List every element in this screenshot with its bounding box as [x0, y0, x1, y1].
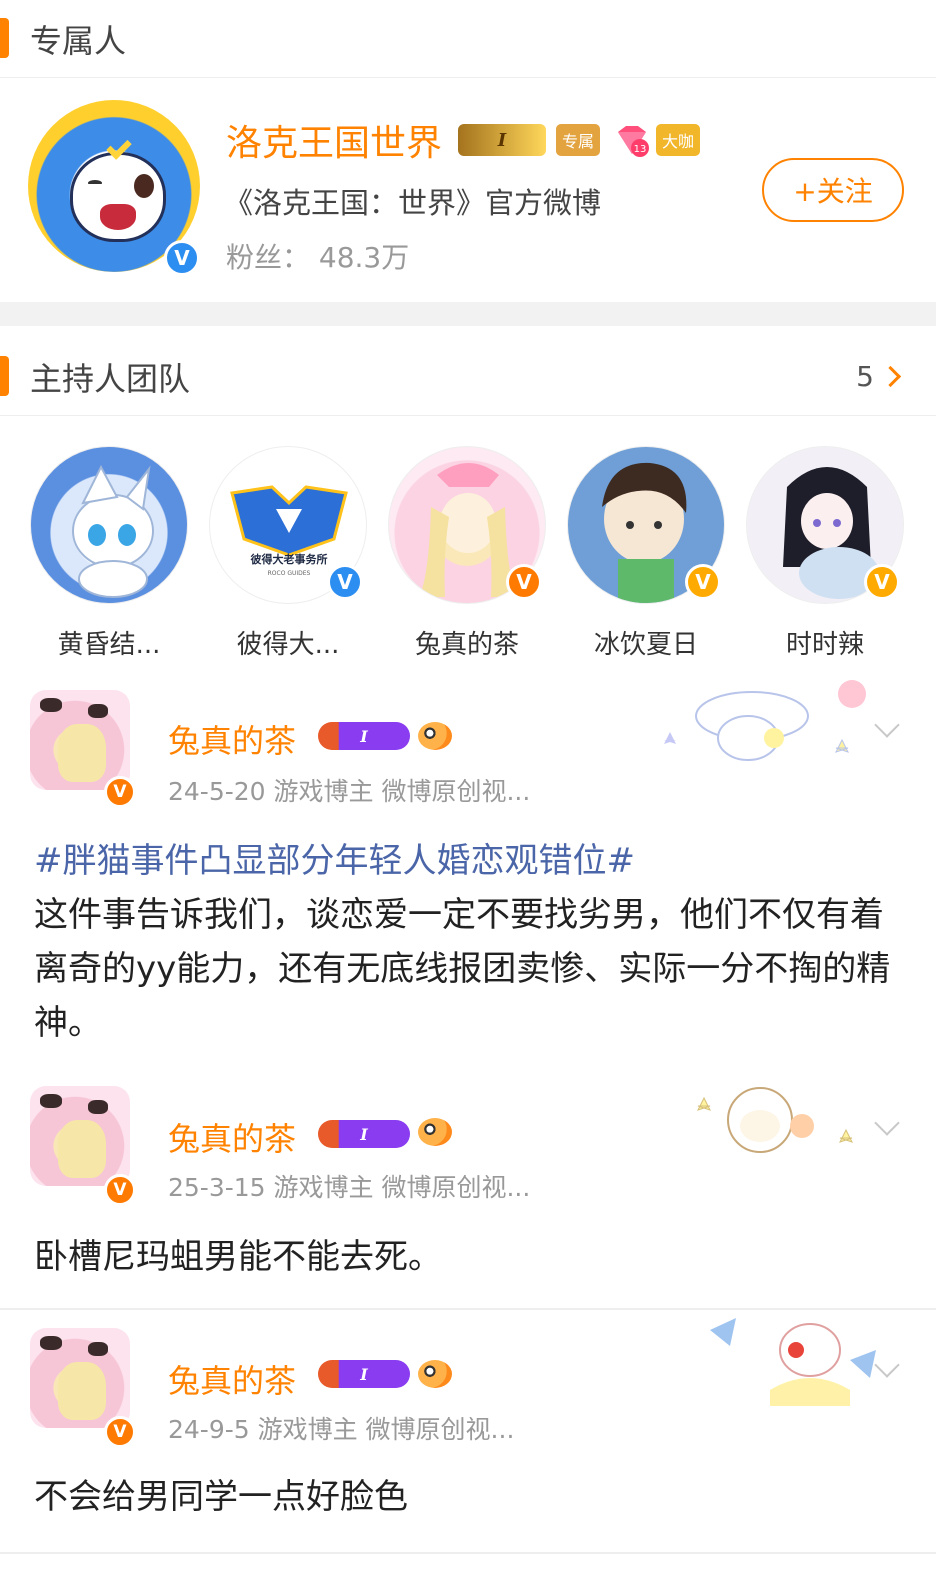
host-name[interactable]: 兔真的茶: [388, 624, 546, 661]
account-name[interactable]: 洛克王国世界: [226, 114, 442, 166]
verified-icon: V: [864, 564, 900, 600]
avatar-bow: [88, 704, 108, 718]
hosts-section-header[interactable]: 主持人团队 5: [0, 336, 936, 416]
post-hashtag[interactable]: #胖猫事件凸显部分年轻人婚恋观错位#: [34, 834, 904, 888]
rank-level: I: [360, 726, 368, 746]
fish-badge-icon[interactable]: [418, 1118, 452, 1146]
post-meta: 24-9-5 游戏博主 微博原创视...: [168, 1415, 515, 1444]
rank-level: I: [360, 1124, 368, 1144]
post-text: 不会给男同学一点好脸色: [34, 1477, 408, 1517]
hosts-count[interactable]: 5: [856, 360, 874, 393]
avatar-bow: [40, 698, 62, 712]
section-title: 专属人: [30, 22, 127, 60]
verified-mark: V: [516, 570, 532, 594]
decoration-sticker: [697, 1087, 853, 1153]
decoration-sticker: [664, 680, 866, 761]
verified-mark: V: [113, 1179, 127, 1200]
verified-mark: V: [874, 570, 890, 594]
host-item[interactable]: 彼得大老事务所 ROCO GUIDES V 彼得大...: [209, 446, 369, 660]
verified-mark: V: [695, 570, 711, 594]
host-item[interactable]: V 兔真的茶: [388, 446, 548, 660]
verified-icon: V: [104, 776, 136, 808]
post-meta: 25-3-15 游戏博主 微博原创视...: [168, 1173, 531, 1202]
host-avatar[interactable]: [30, 446, 188, 604]
host-item[interactable]: V 时时辣: [746, 446, 906, 660]
verified-mark: V: [113, 1421, 127, 1442]
host-item[interactable]: V 冰饮夏日: [567, 446, 727, 660]
fish-badge-icon[interactable]: [418, 1360, 452, 1388]
tag-exclusive: 专属: [556, 124, 601, 156]
avatar-bow: [40, 1336, 62, 1350]
account-fans-count: 粉丝： 48.3万: [226, 241, 410, 274]
fish-badge-icon[interactable]: [418, 722, 452, 750]
host-name[interactable]: 冰饮夏日: [567, 624, 725, 661]
verified-icon: V: [327, 564, 363, 600]
logo-subtext: ROCO GUIDES: [268, 570, 311, 577]
verified-mark: V: [337, 570, 353, 594]
verified-mark: V: [113, 781, 127, 802]
host-item[interactable]: 黄昏结...: [30, 446, 190, 660]
host-avatar-art: [72, 464, 154, 598]
section-accent-bar: [0, 356, 9, 396]
chevron-right-icon[interactable]: [879, 365, 902, 388]
logo-text: 彼得大老事务所: [251, 552, 328, 566]
section-title: 主持人团队: [30, 360, 191, 398]
post-author[interactable]: 兔真的茶: [168, 716, 296, 762]
verified-mark: V: [174, 246, 190, 270]
follow-button[interactable]: +关注: [762, 158, 904, 222]
post-text: 卧槽尼玛蛆男能不能去死。: [34, 1237, 442, 1277]
rank-level: I: [360, 1364, 368, 1384]
avatar-bow: [40, 1094, 62, 1108]
verified-icon: V: [164, 240, 200, 276]
host-name[interactable]: 时时辣: [746, 624, 904, 661]
post-author[interactable]: 兔真的茶: [168, 1356, 296, 1402]
host-name[interactable]: 彼得大...: [209, 624, 367, 661]
avatar-bow: [88, 1100, 108, 1114]
post-content[interactable]: 不会给男同学一点好脸色: [34, 1470, 904, 1524]
post-avatar[interactable]: [30, 690, 130, 790]
section-accent-bar: [0, 18, 9, 58]
host-name[interactable]: 黄昏结...: [30, 624, 188, 661]
exclusive-section-header: 专属人: [0, 0, 936, 78]
rank-badge-icon[interactable]: I: [318, 1120, 410, 1148]
rank-badge-icon[interactable]: I: [318, 722, 410, 750]
post-content[interactable]: #胖猫事件凸显部分年轻人婚恋观错位# 这件事告诉我们，谈恋爱一定不要找劣男，他们…: [34, 834, 904, 1050]
verified-icon: V: [104, 1416, 136, 1448]
verified-icon: V: [506, 564, 542, 600]
crown-level: I: [497, 129, 507, 151]
gem-level: 13: [634, 144, 647, 155]
post-content[interactable]: 卧槽尼玛蛆男能不能去死。: [34, 1230, 904, 1284]
post-avatar[interactable]: [30, 1086, 130, 1186]
verified-icon: V: [104, 1174, 136, 1206]
avatar-mouth: [100, 204, 136, 230]
avatar-eye-left: [88, 180, 102, 186]
post-avatar[interactable]: [30, 1328, 130, 1428]
avatar-eye-right: [134, 174, 154, 198]
post-author[interactable]: 兔真的茶: [168, 1114, 296, 1160]
avatar-hair: [58, 1120, 106, 1178]
post-divider: [0, 1552, 936, 1554]
tag-bigname: 大咖: [656, 124, 701, 156]
account-description: 《洛克王国：世界》官方微博: [224, 186, 602, 220]
verified-icon: V: [685, 564, 721, 600]
post-meta: 24-5-20 游戏博主 微博原创视...: [168, 777, 531, 806]
gem-level-icon[interactable]: 13: [614, 124, 650, 158]
rank-badge-icon[interactable]: I: [318, 1360, 410, 1388]
post-text: 这件事告诉我们，谈恋爱一定不要找劣男，他们不仅有着离奇的yy能力，还有无底线报团…: [34, 895, 891, 1043]
chevron-down-icon[interactable]: [874, 712, 900, 738]
section-gap: [0, 302, 936, 326]
avatar-hair: [58, 1362, 106, 1420]
crown-badge-icon[interactable]: I: [458, 124, 546, 156]
avatar-bow: [88, 1342, 108, 1356]
avatar-hair: [58, 724, 106, 782]
